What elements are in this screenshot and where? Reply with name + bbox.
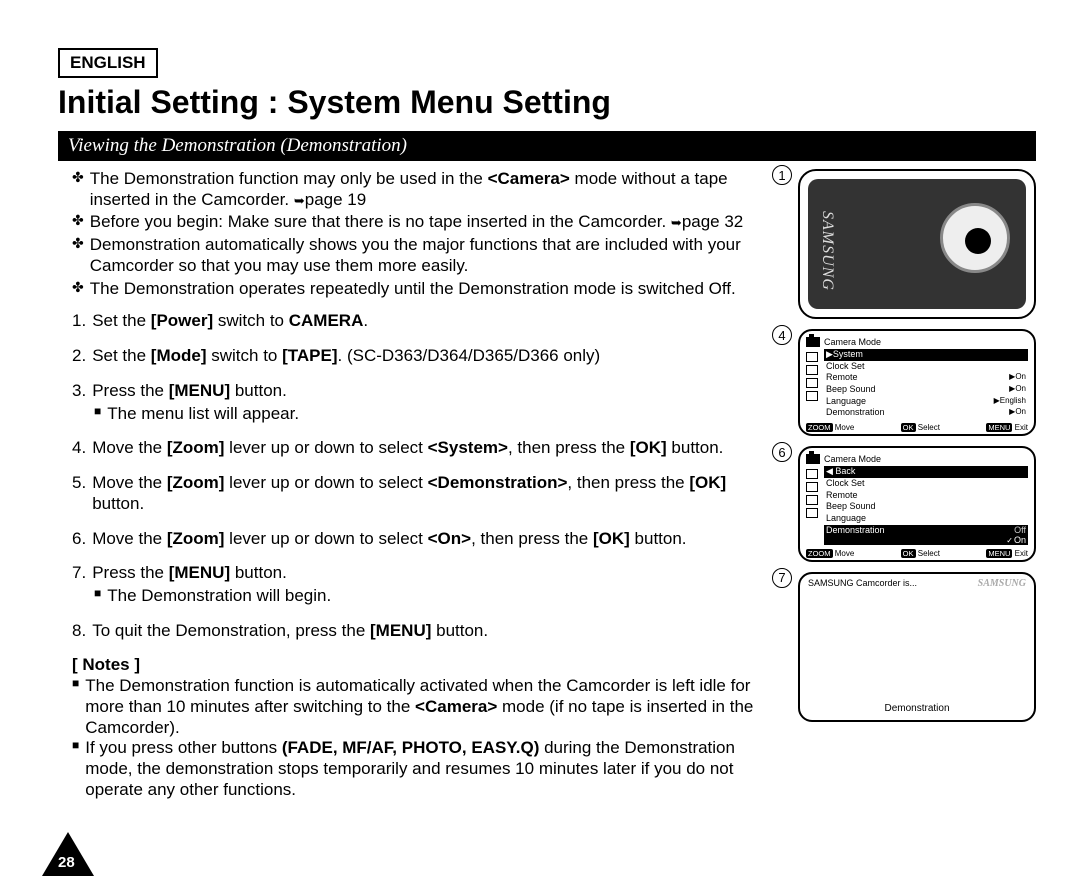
- step-1: Set the [Power] switch to CAMERA.: [92, 311, 368, 332]
- language-label: ENGLISH: [58, 48, 158, 78]
- note-2: If you press other buttons (FADE, MF/AF,…: [85, 738, 776, 800]
- step-7: Press the [MENU] button.: [92, 563, 287, 584]
- menu-item-selected: ▶System: [824, 349, 1028, 361]
- steps-list: 1.Set the [Power] switch to CAMERA. 2.Se…: [72, 311, 776, 641]
- menu-item: Remote▶On: [824, 372, 1028, 384]
- figure-1: 1 SAMSUNG: [798, 169, 1036, 319]
- figures-column: 1 SAMSUNG 4 Camera Mode: [798, 169, 1036, 801]
- menu-icon: [806, 391, 818, 401]
- section-heading: Viewing the Demonstration (Demonstration…: [58, 131, 1036, 161]
- menu-item: Clock Set: [824, 478, 1028, 490]
- figure-4: 4 Camera Mode ▶System Clock Set Remote▶O…: [798, 329, 1036, 436]
- step-2: Set the [Mode] switch to [TAPE]. (SC-D36…: [92, 346, 600, 367]
- menu-item: Beep Sound: [824, 501, 1028, 513]
- menu-item-back: ◀ Back: [824, 466, 1028, 478]
- menu-icon: [806, 365, 818, 375]
- figure-6: 6 Camera Mode ◀ Back Clock Set Remote Be…: [798, 446, 1036, 561]
- camera-icon: [806, 337, 820, 347]
- samsung-logo: SAMSUNG: [978, 578, 1026, 589]
- intro-4: The Demonstration operates repeatedly un…: [90, 279, 736, 300]
- menu-icon: [806, 378, 818, 388]
- step-6: Move the [Zoom] lever up or down to sele…: [92, 529, 686, 550]
- menu-item-selected: DemonstrationOff: [824, 525, 1028, 535]
- menu-icon: [806, 508, 818, 518]
- intro-1: The Demonstration function may only be u…: [90, 169, 776, 210]
- lcd-panel-4: Camera Mode ▶System Clock Set Remote▶On …: [798, 329, 1036, 436]
- step-7-sub: The Demonstration will begin.: [107, 586, 331, 607]
- intro-2: Before you begin: Make sure that there i…: [90, 212, 744, 233]
- step-3-sub: The menu list will appear.: [107, 404, 299, 425]
- step-3: Press the [MENU] button.: [92, 381, 287, 402]
- notes-list: ■The Demonstration function is automatic…: [68, 676, 776, 800]
- step-4: Move the [Zoom] lever up or down to sele…: [92, 438, 723, 459]
- notes-heading: [ Notes ]: [72, 655, 776, 676]
- menu-item: Language: [824, 513, 1028, 525]
- note-1: The Demonstration function is automatica…: [85, 676, 776, 738]
- figure-1-number: 1: [772, 165, 792, 185]
- demo-screen: SAMSUNG Camcorder is... SAMSUNG Demonstr…: [798, 572, 1036, 722]
- menu-icon: [806, 352, 818, 362]
- camcorder-illustration: SAMSUNG: [798, 169, 1036, 319]
- camera-icon: [806, 454, 820, 464]
- menu-icon: [806, 482, 818, 492]
- step-5: Move the [Zoom] lever up or down to sele…: [92, 473, 776, 514]
- menu-item: Remote: [824, 490, 1028, 502]
- page-title: Initial Setting : System Menu Setting: [58, 84, 1036, 121]
- main-text-column: ✤The Demonstration function may only be …: [58, 169, 776, 801]
- figure-7: 7 SAMSUNG Camcorder is... SAMSUNG Demons…: [798, 572, 1036, 722]
- figure-4-number: 4: [772, 325, 792, 345]
- intro-bullets: ✤The Demonstration function may only be …: [72, 169, 776, 299]
- demo-label: Demonstration: [800, 703, 1034, 714]
- menu-item: Beep Sound▶On: [824, 384, 1028, 396]
- menu-icon: [806, 469, 818, 479]
- lcd-panel-6: Camera Mode ◀ Back Clock Set Remote Beep…: [798, 446, 1036, 561]
- figure-6-number: 6: [772, 442, 792, 462]
- menu-option-on: On: [824, 535, 1028, 545]
- figure-7-number: 7: [772, 568, 792, 588]
- step-8: To quit the Demonstration, press the [ME…: [92, 621, 488, 642]
- menu-item: Clock Set: [824, 361, 1028, 373]
- menu-icon: [806, 495, 818, 505]
- page-number-badge: 28: [42, 832, 94, 876]
- menu-item: Demonstration▶On: [824, 407, 1028, 419]
- intro-3: Demonstration automatically shows you th…: [90, 235, 776, 276]
- menu-item: Language▶English: [824, 396, 1028, 408]
